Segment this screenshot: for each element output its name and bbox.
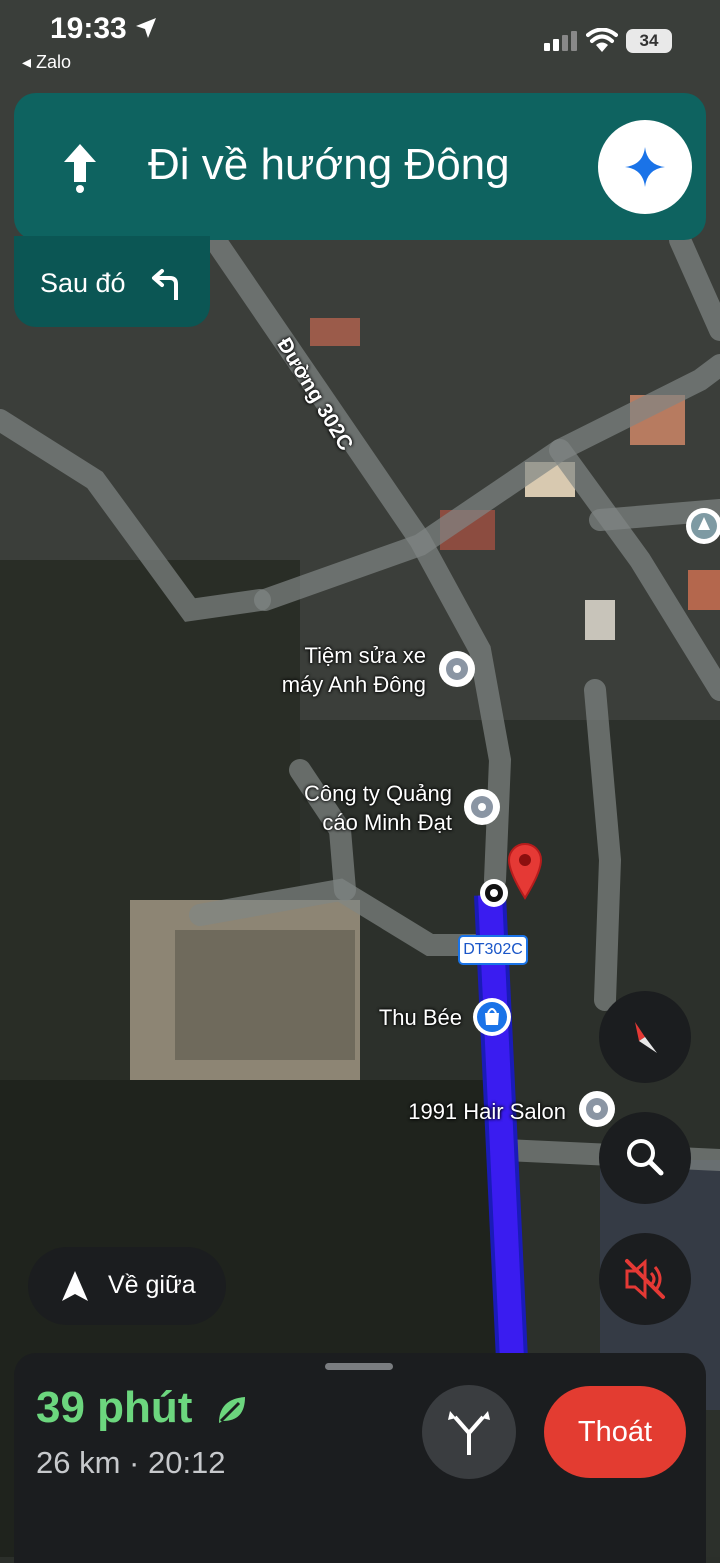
- compass-button[interactable]: [599, 991, 691, 1083]
- alternate-routes-button[interactable]: [422, 1385, 516, 1479]
- next-maneuver-banner[interactable]: Sau đó: [14, 236, 210, 327]
- place-label[interactable]: Tiệm sửa xe máy Anh Đông: [200, 641, 426, 699]
- battery-indicator: 34: [626, 29, 672, 53]
- nav-instruction-text: Đi về hướng Đông: [148, 140, 510, 189]
- status-bar: 19:33 ◂ Zalo 34: [0, 0, 720, 80]
- sheet-drag-handle[interactable]: [325, 1363, 393, 1370]
- current-location-icon: [480, 879, 508, 907]
- trip-summary-sheet[interactable]: 39 phút 26 km · 20:12 Thoát: [14, 1353, 706, 1563]
- place-label[interactable]: Công ty Quảng cáo Minh Đạt: [240, 779, 452, 837]
- recenter-label: Về giữa: [108, 1271, 196, 1299]
- sound-off-icon: [625, 1258, 665, 1300]
- shopping-bag-pin-icon[interactable]: [472, 997, 512, 1037]
- recenter-button[interactable]: Về giữa: [28, 1247, 226, 1325]
- trip-distance-arrival: 26 km · 20:12: [36, 1445, 226, 1480]
- location-arrow-icon: [136, 18, 156, 38]
- turn-left-icon: [152, 269, 178, 300]
- search-button[interactable]: [599, 1112, 691, 1204]
- sparkle-icon: [625, 147, 665, 187]
- wifi-icon: [586, 28, 618, 52]
- place-label[interactable]: 1991 Hair Salon: [380, 1097, 566, 1126]
- place-label[interactable]: Thu Bée: [330, 1003, 462, 1032]
- compass-icon: [635, 1022, 657, 1053]
- back-to-app-link[interactable]: ◂ Zalo: [22, 52, 71, 73]
- navigation-arrow-icon: [62, 1271, 88, 1301]
- search-icon: [627, 1139, 664, 1176]
- park-pin-icon[interactable]: [684, 506, 720, 546]
- place-pin-icon[interactable]: [439, 651, 475, 687]
- back-app-label: Zalo: [36, 52, 72, 72]
- place-pin-icon[interactable]: [464, 789, 500, 825]
- gemini-assistant-button[interactable]: [598, 120, 692, 214]
- eco-leaf-icon: [218, 1397, 245, 1424]
- straight-arrow-icon: [64, 144, 96, 193]
- clock: 19:33: [50, 12, 127, 45]
- cellular-signal-icon: [544, 31, 577, 51]
- eta-duration: 39 phút: [36, 1383, 249, 1433]
- exit-navigation-button[interactable]: Thoát: [544, 1386, 686, 1478]
- mute-button[interactable]: [599, 1233, 691, 1325]
- route-fork-icon: [448, 1411, 490, 1455]
- then-label: Sau đó: [40, 268, 126, 298]
- route-shield: DT302C: [458, 935, 528, 965]
